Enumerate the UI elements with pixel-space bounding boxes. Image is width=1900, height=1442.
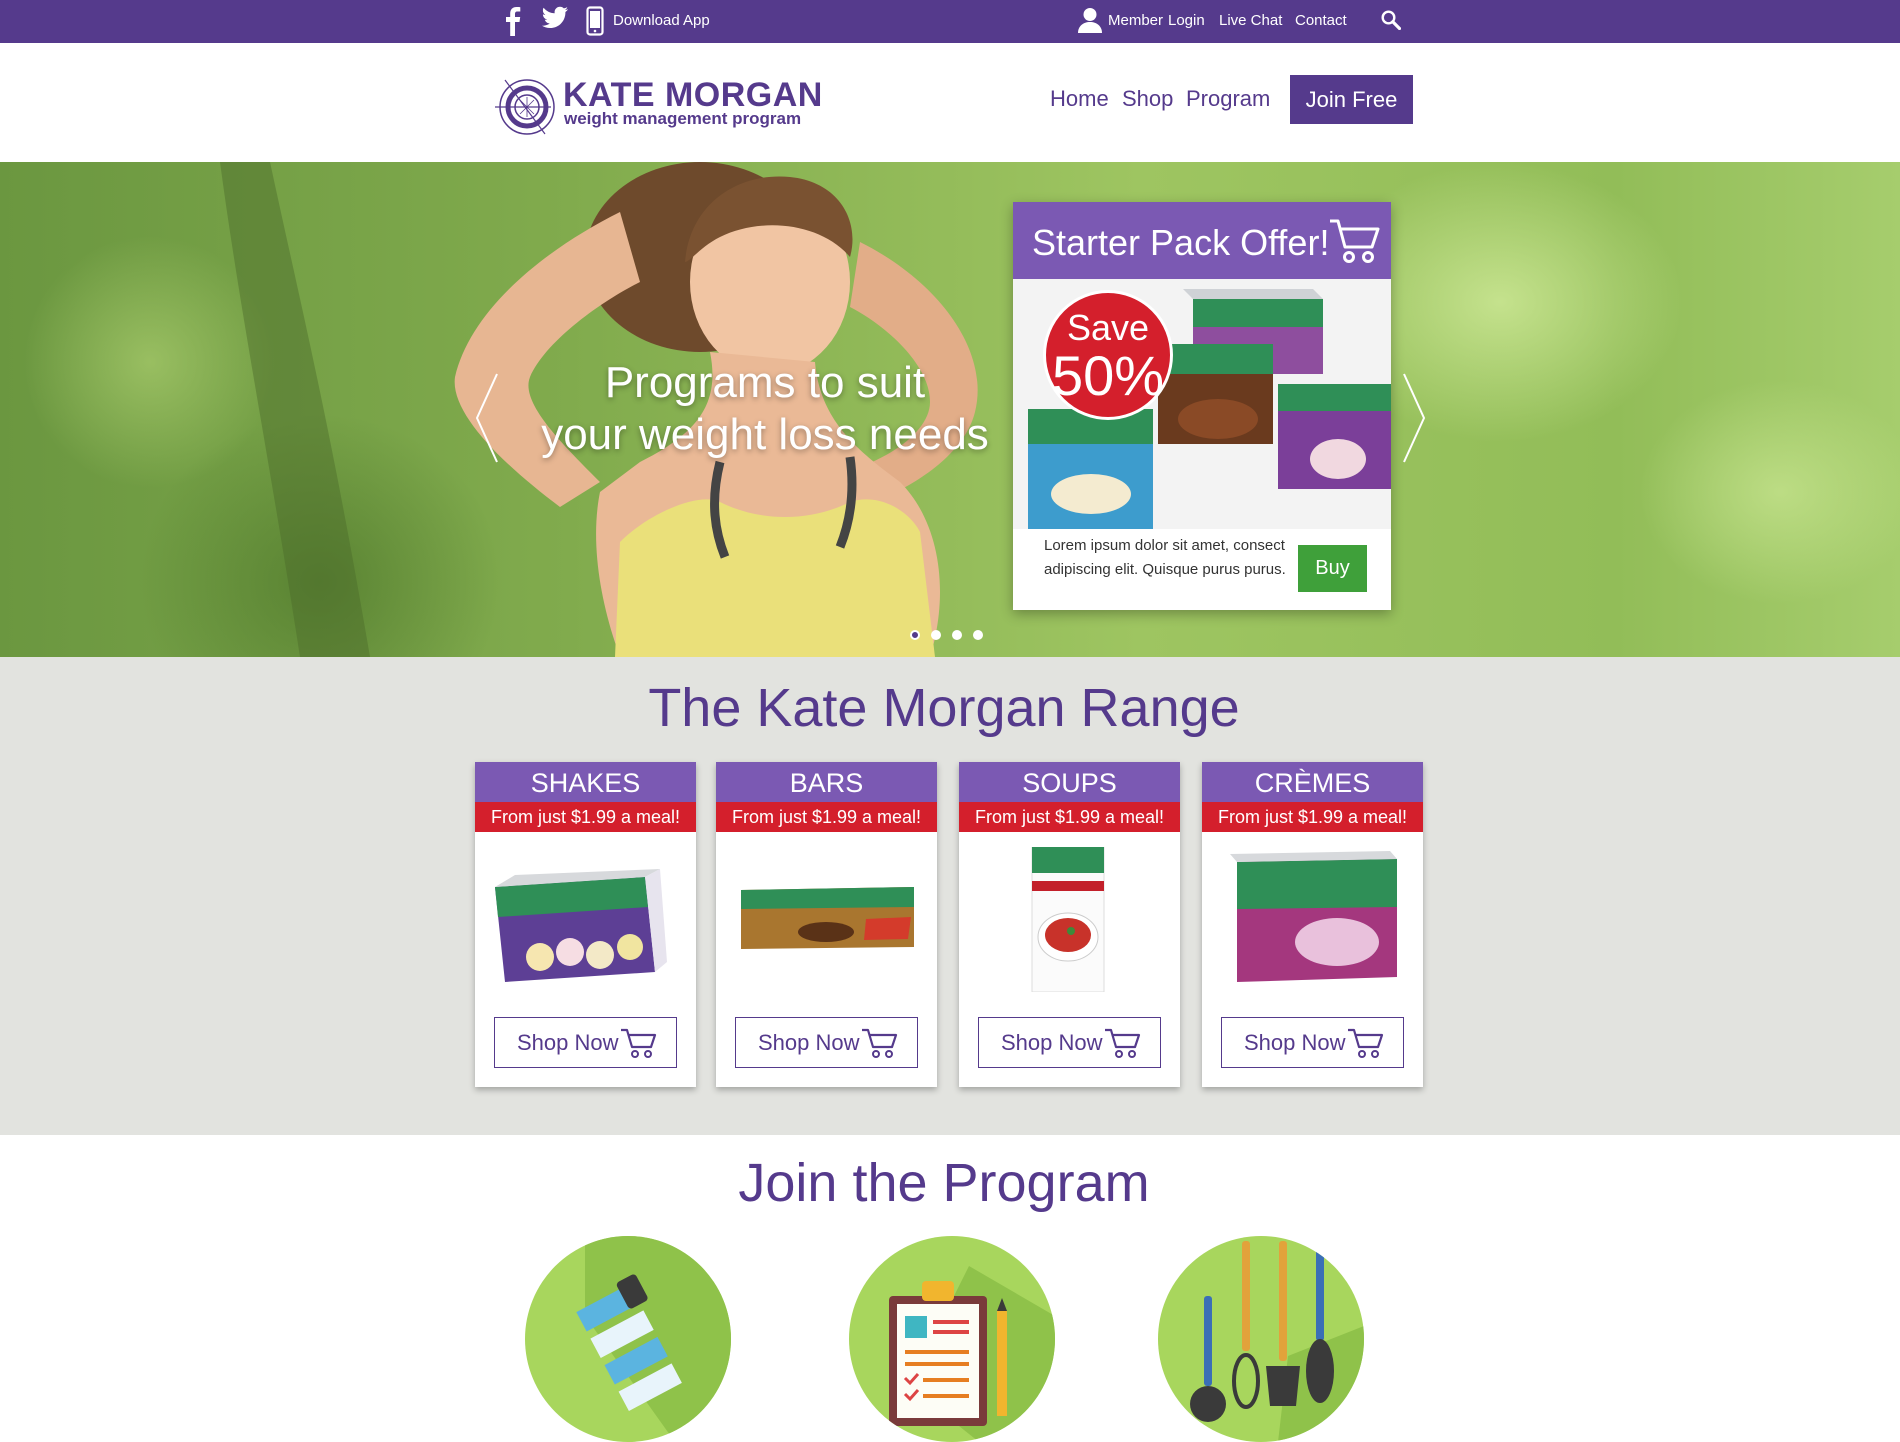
starter-pack-offer-card: Starter Pack Offer! Save 50% Lorem ipsum… — [1013, 202, 1391, 610]
carousel-dot-3[interactable] — [952, 630, 962, 640]
shop-now-label: Shop Now — [1001, 1029, 1103, 1055]
carousel-dot-4[interactable] — [973, 630, 983, 640]
offer-title: Starter Pack Offer! — [1032, 222, 1330, 263]
cart-icon — [1348, 1028, 1384, 1058]
save-percent: 50% — [1051, 344, 1165, 407]
carousel-dots — [910, 630, 983, 640]
join-title: Join the Program — [738, 1153, 1150, 1213]
contact-link[interactable]: Contact — [1295, 12, 1347, 29]
carousel-dot-2[interactable] — [931, 630, 941, 640]
soups-product-image — [1031, 847, 1105, 992]
carousel-dot-1[interactable] — [910, 630, 920, 640]
range-title: The Kate Morgan Range — [648, 678, 1240, 738]
hero-headline-line2: your weight loss needs — [541, 410, 989, 459]
shop-now-button[interactable]: Shop Now — [978, 1017, 1161, 1068]
shop-now-button[interactable]: Shop Now — [735, 1017, 918, 1068]
product-card-cremes: CRÈMES From just $1.99 a meal! Shop Now — [1202, 762, 1423, 1087]
product-range-section: The Kate Morgan Range SHAKES From just $… — [0, 657, 1900, 1135]
cremes-product-image — [1230, 851, 1397, 982]
product-card-shakes: SHAKES From just $1.99 a meal! Shop Now — [475, 762, 696, 1087]
twitter-icon[interactable] — [541, 6, 569, 30]
card-price: From just $1.99 a meal! — [716, 802, 937, 832]
shakes-product-image — [495, 869, 667, 982]
product-card-bars: BARS From just $1.99 a meal! Shop Now — [716, 762, 937, 1087]
bars-product-image — [741, 887, 914, 949]
card-title: SHAKES — [475, 762, 696, 802]
shop-now-label: Shop Now — [758, 1029, 860, 1055]
cart-icon — [621, 1028, 657, 1058]
carousel-prev-arrow[interactable] — [475, 372, 499, 469]
product-card-soups: SOUPS From just $1.99 a meal! Shop Now — [959, 762, 1180, 1087]
top-bar: Download App Member Login Live Chat Cont… — [0, 0, 1900, 43]
shop-now-button[interactable]: Shop Now — [1221, 1017, 1404, 1068]
cart-icon — [862, 1028, 898, 1058]
facebook-icon[interactable] — [505, 6, 521, 36]
nav-program[interactable]: Program — [1186, 86, 1270, 112]
hero-headline-line1: Programs to suit — [604, 358, 926, 407]
clipboard-checklist-icon[interactable] — [849, 1236, 1055, 1442]
cart-icon — [1105, 1028, 1141, 1058]
hero-headline: Programs to suit your weight loss needs — [520, 357, 1010, 461]
nav-shop[interactable]: Shop — [1122, 86, 1173, 112]
offer-description: Lorem ipsum dolor sit amet, consect adip… — [1044, 537, 1286, 578]
download-app-link[interactable]: Download App — [613, 12, 710, 29]
user-icon — [1078, 7, 1102, 33]
member-link[interactable]: Member — [1108, 12, 1163, 29]
carousel-next-arrow[interactable] — [1402, 372, 1426, 469]
card-price: From just $1.99 a meal! — [959, 802, 1180, 832]
save-badge: Save 50% — [1043, 290, 1173, 420]
cart-icon — [1328, 217, 1380, 270]
kitchen-utensils-icon[interactable] — [1158, 1236, 1364, 1442]
hero-carousel: Programs to suit your weight loss needs … — [0, 162, 1900, 657]
site-header: KATE MORGAN weight management program Ho… — [0, 43, 1900, 162]
shop-now-label: Shop Now — [1244, 1029, 1346, 1055]
card-title: SOUPS — [959, 762, 1180, 802]
brand-tagline: weight management program — [564, 109, 802, 128]
shop-now-label: Shop Now — [517, 1029, 619, 1055]
mobile-phone-icon[interactable] — [586, 6, 604, 36]
card-price: From just $1.99 a meal! — [1202, 802, 1423, 832]
live-chat-link[interactable]: Live Chat — [1219, 12, 1282, 29]
nav-home[interactable]: Home — [1050, 86, 1109, 112]
search-icon[interactable] — [1381, 10, 1401, 30]
measuring-tape-icon[interactable] — [525, 1236, 731, 1442]
card-price: From just $1.99 a meal! — [475, 802, 696, 832]
login-link[interactable]: Login — [1168, 12, 1205, 29]
card-title: CRÈMES — [1202, 762, 1423, 802]
buy-button[interactable]: Buy — [1298, 545, 1367, 592]
offer-header: Starter Pack Offer! — [1013, 202, 1391, 279]
logo-icon[interactable] — [493, 72, 555, 147]
card-title: BARS — [716, 762, 937, 802]
shop-now-button[interactable]: Shop Now — [494, 1017, 677, 1068]
join-free-button[interactable]: Join Free — [1290, 75, 1413, 124]
